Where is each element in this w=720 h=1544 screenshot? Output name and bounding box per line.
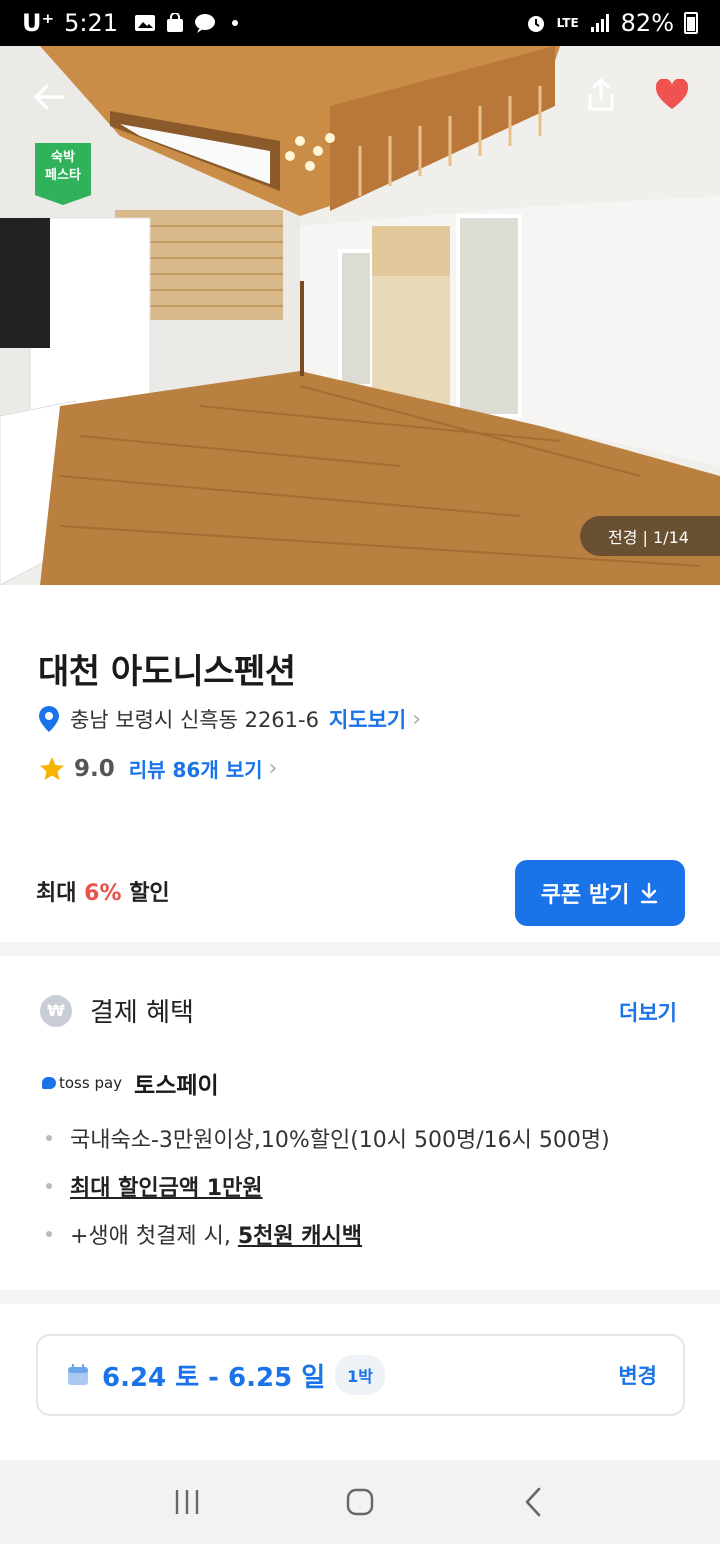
favorite-button[interactable] <box>650 74 694 116</box>
back-button[interactable] <box>26 74 72 120</box>
provider-name: 토스페이 <box>134 1073 219 1099</box>
chevron-right-icon: › <box>268 756 278 781</box>
review-link[interactable]: 리뷰 86개 보기 <box>129 754 263 783</box>
clock: 5:21 <box>64 9 119 37</box>
address-text: 충남 보령시 신흑동 2261-6 <box>70 708 319 732</box>
star-icon <box>40 756 64 780</box>
benefit-text: 국내숙소-3만원이상,10%할인(10시 500명/16시 500명) <box>70 1128 610 1153</box>
max-discount-label: 최대 6% 할인 <box>36 875 170 907</box>
map-link[interactable]: 지도보기 <box>329 704 406 734</box>
calendar-icon <box>68 1364 88 1385</box>
address-row: 충남 보령시 신흑동 2261-6 지도보기 › <box>38 704 421 734</box>
shopping-bag-icon <box>167 13 184 32</box>
bullet-dot <box>46 1135 52 1141</box>
coupon-button[interactable]: 쿠폰 받기 <box>515 860 685 926</box>
benefit-highlight: 5천원 캐시백 <box>237 1224 363 1249</box>
coupon-button-label: 쿠폰 받기 <box>540 883 630 908</box>
toss-pay-logo-text: toss pay <box>59 1074 123 1092</box>
signal-icon <box>590 14 609 32</box>
toss-drop-icon <box>42 1077 56 1089</box>
system-back-button[interactable] <box>503 1477 563 1527</box>
badge-line1: 숙박 <box>51 150 75 165</box>
room-photo <box>0 46 720 585</box>
rating-value: 9.0 <box>74 755 115 782</box>
benefit-text: +생애 첫결제 시, <box>70 1224 238 1249</box>
change-dates-button[interactable]: 변경 <box>618 1360 657 1390</box>
discount-suffix: 할인 <box>129 881 170 906</box>
chevron-left-icon <box>526 1487 541 1517</box>
discount-prefix: 최대 <box>36 881 77 906</box>
battery-percent: 82% <box>620 9 674 37</box>
recent-apps-icon <box>175 1490 198 1514</box>
chevron-right-icon: › <box>412 706 422 732</box>
property-name: 대천 아도니스펜션 <box>38 652 296 692</box>
gallery-icon <box>135 15 156 31</box>
benefit-item: 국내숙소-3만원이상,10%할인(10시 500명/16시 500명) <box>42 1114 610 1162</box>
notification-dot-icon <box>232 20 239 26</box>
date-selector[interactable]: 6.24 토 - 6.25 일 1박 변경 <box>36 1334 685 1416</box>
carrier-label: U⁺ <box>22 9 55 37</box>
recent-apps-button[interactable] <box>157 1477 217 1527</box>
benefit-text: 최대 할인금액 1만원 <box>70 1176 263 1201</box>
benefit-list: 국내숙소-3만원이상,10%할인(10시 500명/16시 500명) 최대 할… <box>42 1114 610 1258</box>
alarm-icon <box>527 16 544 32</box>
download-icon <box>641 882 658 904</box>
bullet-dot <box>46 1183 52 1189</box>
status-bar: U⁺ 5:21 LTE 82% <box>0 0 720 46</box>
section-divider <box>0 1290 720 1304</box>
share-button[interactable] <box>580 72 622 118</box>
toss-pay-logo: toss pay <box>42 1074 122 1092</box>
home-button[interactable] <box>330 1477 390 1527</box>
toss-pay-row: toss pay 토스페이 <box>42 1066 219 1100</box>
home-icon <box>346 1488 374 1516</box>
promo-badge: 숙박 페스타 <box>35 143 91 205</box>
battery-icon <box>684 12 698 34</box>
rating-row: 9.0 리뷰 86개 보기 › <box>38 754 277 783</box>
bullet-dot <box>46 1231 52 1237</box>
system-nav-bar <box>0 1460 720 1544</box>
won-icon: ₩ <box>40 994 72 1027</box>
arrow-left-icon <box>34 84 65 110</box>
benefit-item: +생애 첫결제 시, 5천원 캐시백 <box>42 1210 610 1258</box>
payment-benefits-header: ₩ 결제 혜택 <box>40 992 194 1029</box>
location-pin-icon <box>39 706 59 732</box>
stay-dates: 6.24 토 - 6.25 일 <box>102 1362 326 1393</box>
hero-photo[interactable]: 숙박 페스타 전경 | 1/14 <box>0 46 720 585</box>
payment-benefits-title: 결제 혜택 <box>90 998 194 1028</box>
badge-line2: 페스타 <box>45 168 81 183</box>
discount-percent: 6% <box>84 881 122 906</box>
nights-badge: 1박 <box>335 1355 385 1395</box>
more-link[interactable]: 더보기 <box>619 997 677 1027</box>
chat-icon <box>195 14 216 33</box>
benefit-item: 최대 할인금액 1만원 <box>42 1162 610 1210</box>
share-icon <box>588 78 614 111</box>
network-label: LTE <box>556 16 579 30</box>
heart-icon <box>655 79 689 109</box>
photo-counter: 전경 | 1/14 <box>580 516 720 556</box>
section-divider <box>0 942 720 956</box>
